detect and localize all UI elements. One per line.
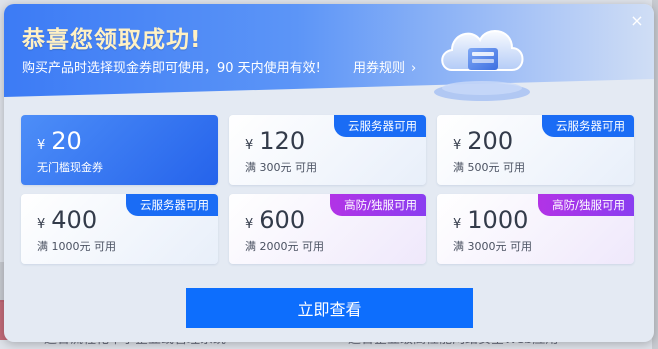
modal-title: 恭喜您领取成功! bbox=[22, 27, 202, 53]
currency-symbol: ¥ bbox=[453, 217, 462, 232]
coupon-tag: 高防/独服可用 bbox=[538, 194, 634, 216]
coupon-amount: ¥400 bbox=[37, 206, 97, 234]
coupon-card-600[interactable]: 高防/独服可用 ¥600 满 2000元 可用 bbox=[229, 194, 426, 264]
coupon-condition: 满 500元 可用 bbox=[453, 161, 525, 174]
coupon-card-120[interactable]: 云服务器可用 ¥120 满 300元 可用 bbox=[229, 115, 426, 185]
coupon-amount: ¥120 bbox=[245, 127, 305, 155]
coupon-tag: 云服务器可用 bbox=[334, 115, 426, 137]
coupon-condition: 满 300元 可用 bbox=[245, 161, 317, 174]
coupon-tag: 云服务器可用 bbox=[542, 115, 634, 137]
coupon-amount: ¥200 bbox=[453, 127, 513, 155]
currency-symbol: ¥ bbox=[245, 138, 254, 153]
coupon-condition: 满 3000元 可用 bbox=[453, 240, 532, 253]
currency-symbol: ¥ bbox=[245, 217, 254, 232]
coupon-value: 20 bbox=[51, 127, 82, 155]
view-now-button[interactable]: 立即查看 bbox=[186, 288, 473, 328]
coupon-tag: 云服务器可用 bbox=[126, 194, 218, 216]
coupon-amount: ¥20 bbox=[37, 127, 82, 155]
coupon-value: 120 bbox=[259, 127, 306, 155]
coupon-value: 400 bbox=[51, 206, 98, 234]
coupon-value: 600 bbox=[259, 206, 306, 234]
coupon-card-20[interactable]: ¥20 无门槛现金券 bbox=[21, 115, 218, 185]
modal-subtitle: 购买产品时选择现金券即可使用，90 天内使用有效! bbox=[22, 61, 321, 76]
coupon-success-modal: 恭喜您领取成功! 购买产品时选择现金券即可使用，90 天内使用有效! 用券规则 ›… bbox=[4, 4, 654, 342]
coupon-condition: 满 1000元 可用 bbox=[37, 240, 116, 253]
coupon-condition: 无门槛现金券 bbox=[37, 161, 103, 174]
chevron-right-icon: › bbox=[411, 61, 417, 76]
coupon-card-400[interactable]: 云服务器可用 ¥400 满 1000元 可用 bbox=[21, 194, 218, 264]
currency-symbol: ¥ bbox=[37, 217, 46, 232]
coupon-rules-label: 用券规则 bbox=[353, 61, 406, 76]
coupon-card-1000[interactable]: 高防/独服可用 ¥1000 满 3000元 可用 bbox=[437, 194, 634, 264]
currency-symbol: ¥ bbox=[453, 138, 462, 153]
close-icon[interactable]: × bbox=[628, 12, 646, 30]
cloud-server-illustration bbox=[434, 30, 530, 101]
coupon-rules-link[interactable]: 用券规则 › bbox=[353, 57, 416, 76]
coupon-value: 200 bbox=[467, 127, 514, 155]
currency-symbol: ¥ bbox=[37, 138, 46, 153]
coupon-tag: 高防/独服可用 bbox=[330, 194, 426, 216]
coupon-amount: ¥1000 bbox=[453, 206, 528, 234]
coupon-card-200[interactable]: 云服务器可用 ¥200 满 500元 可用 bbox=[437, 115, 634, 185]
coupon-condition: 满 2000元 可用 bbox=[245, 240, 324, 253]
coupon-amount: ¥600 bbox=[245, 206, 305, 234]
coupon-value: 1000 bbox=[467, 206, 529, 234]
